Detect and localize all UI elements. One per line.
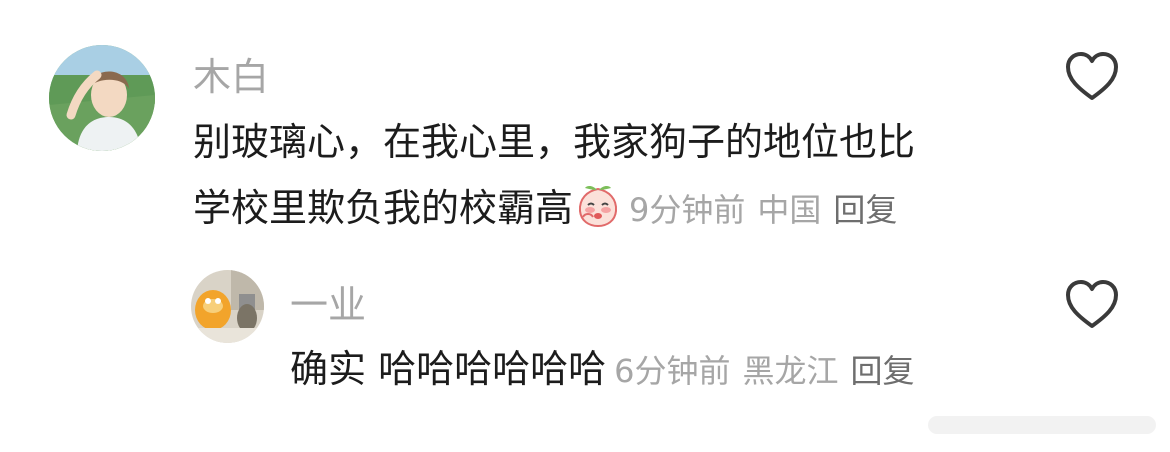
comment-text-line-2: 学校里欺负我的校霸高 9分钟前 中国 回复 — [193, 175, 1053, 243]
comment-location: 中国 — [757, 191, 822, 229]
reply-button[interactable]: 回复 — [833, 191, 897, 229]
heart-outline-icon[interactable] — [1064, 50, 1120, 102]
commenter-avatar[interactable] — [49, 45, 155, 151]
comment-body: 别玻璃心，在我心里，我家狗子的地位也比 学校里欺负我的校霸高 9分钟前 中国 回复 — [193, 109, 1053, 243]
watermark — [928, 416, 1156, 434]
commenter-username[interactable]: 木白 — [193, 58, 269, 96]
reply-username[interactable]: 一业 — [290, 286, 366, 324]
comment-meta: 9分钟前 中国 回复 — [629, 191, 897, 229]
reply-body: 确实 哈哈哈哈哈哈 6分钟前 黑龙江 回复 — [290, 336, 915, 404]
reply-time: 6分钟前 — [614, 352, 731, 390]
reply-location: 黑龙江 — [742, 352, 839, 390]
reply-avatar[interactable] — [191, 270, 264, 343]
comment-text-line: 学校里欺负我的校霸高 — [193, 186, 574, 230]
peach-blush-emoji-icon — [579, 185, 618, 228]
reply-meta: 6分钟前 黑龙江 回复 — [614, 352, 914, 390]
reply-button[interactable]: 回复 — [850, 352, 914, 390]
comment-text-line: 别玻璃心，在我心里，我家狗子的地位也比 — [193, 120, 916, 164]
reply-text: 确实 哈哈哈哈哈哈 — [290, 347, 607, 391]
heart-outline-icon[interactable] — [1064, 278, 1120, 330]
comment-time: 9分钟前 — [629, 191, 746, 229]
